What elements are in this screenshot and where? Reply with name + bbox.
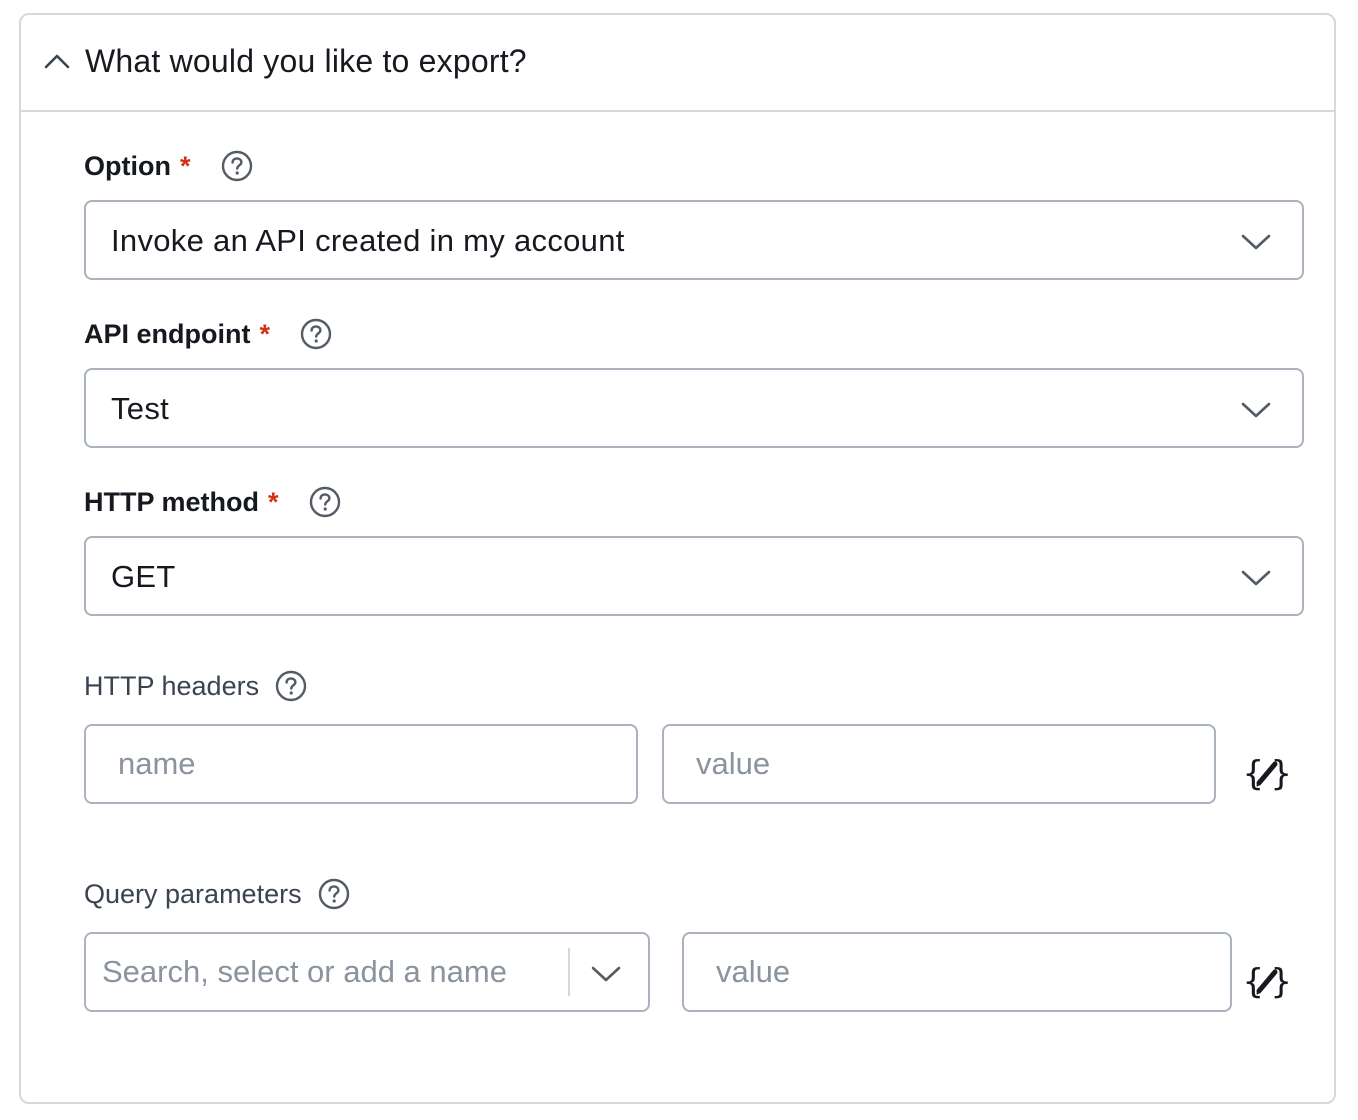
header-name-input[interactable] xyxy=(84,724,638,804)
help-circle-icon[interactable] xyxy=(318,878,350,910)
query-parameters-label: Query parameters xyxy=(84,878,350,910)
panel-title: What would you like to export? xyxy=(85,43,527,79)
panel-header[interactable]: What would you like to export? xyxy=(21,15,1334,112)
help-circle-icon[interactable] xyxy=(309,486,341,518)
required-marker: * xyxy=(268,486,279,517)
query-param-value-input[interactable] xyxy=(682,932,1232,1012)
option-label: Option * xyxy=(84,150,253,182)
chevron-up-icon[interactable] xyxy=(43,51,71,71)
help-circle-icon[interactable] xyxy=(275,670,307,702)
api-endpoint-label-text: API endpoint xyxy=(84,318,251,349)
chevron-down-icon xyxy=(1241,570,1271,586)
http-headers-label-text: HTTP headers xyxy=(84,670,260,701)
http-method-label-text: HTTP method xyxy=(84,486,259,517)
header-value-input[interactable] xyxy=(662,724,1216,804)
option-label-text: Option xyxy=(84,150,171,181)
required-marker: * xyxy=(259,318,270,349)
svg-text:}: } xyxy=(1271,754,1291,794)
query-parameters-label-text: Query parameters xyxy=(84,878,302,909)
chevron-down-icon xyxy=(1241,402,1271,418)
option-select[interactable]: Invoke an API created in my account xyxy=(84,200,1304,280)
svg-text:}: } xyxy=(1271,962,1291,1002)
help-circle-icon[interactable] xyxy=(300,318,332,350)
chevron-down-icon[interactable] xyxy=(590,964,622,984)
api-endpoint-select-value: Test xyxy=(111,391,170,426)
api-endpoint-label: API endpoint * xyxy=(84,318,332,350)
option-select-value: Invoke an API created in my account xyxy=(111,223,625,258)
http-method-select[interactable]: GET xyxy=(84,536,1304,616)
http-method-label: HTTP method * xyxy=(84,486,341,518)
curly-braces-pencil-icon[interactable]: { } xyxy=(1243,962,1293,1002)
query-param-name-input[interactable] xyxy=(102,950,552,994)
required-marker: * xyxy=(179,150,191,181)
chevron-down-icon xyxy=(1241,234,1271,250)
svg-text:{: { xyxy=(1243,962,1263,1002)
query-param-name-combobox[interactable] xyxy=(84,932,650,1012)
help-circle-icon[interactable] xyxy=(221,150,253,182)
curly-braces-pencil-icon[interactable]: { } xyxy=(1243,754,1293,794)
http-headers-label: HTTP headers xyxy=(84,670,307,702)
combobox-divider xyxy=(568,948,570,996)
api-endpoint-select[interactable]: Test xyxy=(84,368,1304,448)
svg-text:{: { xyxy=(1243,754,1263,794)
http-method-select-value: GET xyxy=(111,559,176,594)
